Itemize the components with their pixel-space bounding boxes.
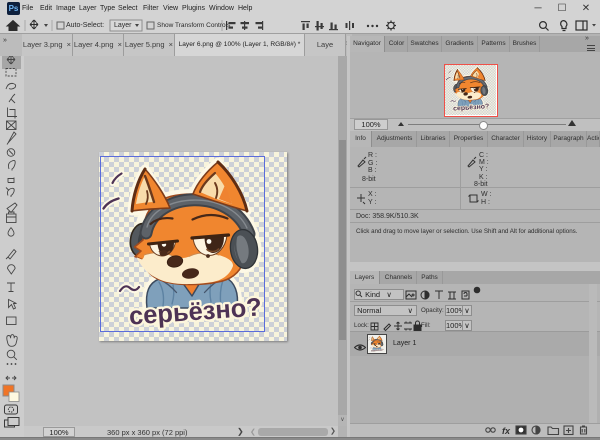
svg-text:fx: fx bbox=[502, 426, 511, 436]
